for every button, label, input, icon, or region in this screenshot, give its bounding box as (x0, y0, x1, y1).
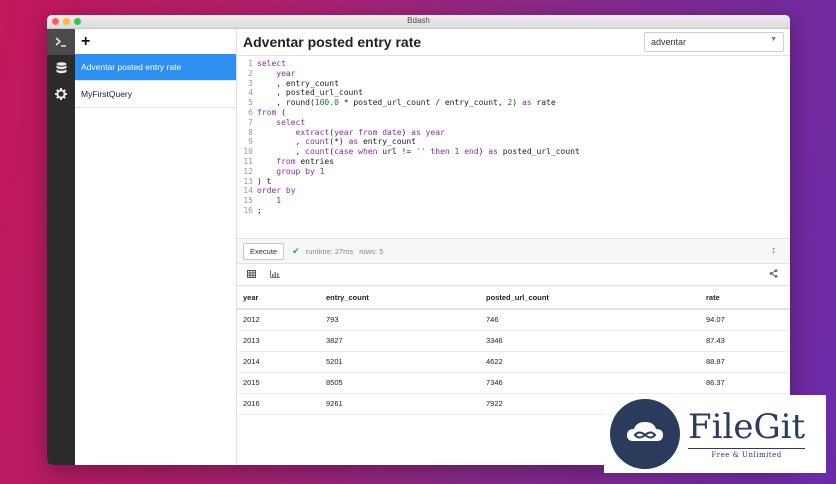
tab-chart[interactable] (266, 268, 284, 282)
watermark-logo (610, 399, 680, 469)
sidebar-item-label: Adventar posted entry rate (81, 62, 182, 72)
settings-nav-button[interactable] (47, 81, 75, 107)
table-row: 2013 3827 3346 87.43 (237, 330, 790, 352)
table-cell: 793 (320, 309, 480, 331)
table-cell: 3827 (320, 330, 480, 352)
table-cell: 2013 (237, 330, 320, 352)
line-number: 7 (248, 117, 253, 127)
line-number: 13 (243, 176, 253, 186)
terminal-icon (55, 37, 66, 47)
sidebar-item-myfirstquery[interactable]: MyFirstQuery (75, 81, 236, 108)
table-cell: 5201 (320, 351, 480, 373)
sql-editor[interactable]: 1 2 3 4 5 6 7 8 9 10 11 12 13 14 15 16 s… (237, 56, 790, 239)
cloud-infinity-icon (627, 422, 663, 441)
datasource-select[interactable]: adventar ▼ (644, 32, 784, 52)
column-header: rate (700, 286, 790, 310)
window-title: Bdash (407, 16, 430, 25)
check-icon: ✔ (292, 245, 300, 256)
datasource-value: adventar (651, 37, 687, 47)
table-cell: 9261 (320, 393, 480, 415)
query-nav-button[interactable] (47, 29, 75, 55)
result-tabs (237, 264, 790, 286)
share-icon[interactable] (769, 269, 778, 280)
datasource-nav-button[interactable] (47, 55, 75, 81)
icon-bar (47, 29, 75, 465)
execution-bar: Execute ✔ runtime: 27ms rows: 5 ↕ (237, 239, 790, 264)
table-row: 2012 793 746 94.07 (237, 309, 790, 331)
line-number: 15 (243, 196, 253, 206)
table-header-row: year entry_count posted_url_count rate (237, 286, 790, 310)
table-cell: 2015 (237, 372, 320, 394)
table-cell: 88.87 (700, 351, 790, 373)
column-header: year (237, 286, 320, 310)
watermark-name: FileGit (688, 406, 806, 447)
bar-chart-icon (270, 269, 280, 278)
resize-handle-icon[interactable]: ↕ (771, 245, 776, 256)
table-cell: 94.07 (700, 309, 790, 331)
sidebar-toolbar: + (75, 29, 236, 54)
table-cell: 2016 (237, 393, 320, 415)
line-number: 2 (248, 68, 253, 78)
query-sidebar: + Adventar posted entry rate MyFirstQuer… (75, 29, 237, 465)
table-cell: 746 (480, 309, 700, 331)
line-number: 4 (248, 88, 253, 98)
line-number: 3 (248, 78, 253, 88)
tab-table[interactable] (243, 268, 260, 282)
line-number: 10 (243, 147, 253, 157)
watermark-text: FileGit Free & Unlimited (688, 406, 806, 459)
rows-text: rows: 5 (359, 246, 384, 256)
line-number: 9 (248, 137, 253, 147)
line-number: 12 (243, 166, 253, 176)
table-row: 2015 8505 7346 86.37 (237, 372, 790, 394)
plus-icon[interactable]: + (81, 33, 90, 50)
table-cell: 2014 (237, 351, 320, 373)
chevron-down-icon: ▼ (770, 36, 777, 43)
watermark: FileGit Free & Unlimited (604, 395, 826, 473)
table-cell: 4622 (480, 351, 700, 373)
runtime-text: runtime: 27ms (305, 246, 354, 256)
table-cell: 8505 (320, 372, 480, 394)
line-number: 6 (248, 107, 253, 117)
database-icon (56, 62, 66, 74)
line-number: 16 (243, 205, 253, 215)
sidebar-item-label: MyFirstQuery (81, 89, 132, 99)
execute-button[interactable]: Execute (243, 242, 285, 260)
table-cell: 87.43 (700, 330, 790, 352)
query-header: Adventar posted entry rate adventar ▼ (237, 29, 790, 56)
line-number: 8 (248, 127, 253, 137)
table-cell: 3346 (480, 330, 700, 352)
sql-code: select year , entry_count , posted_url_c… (257, 59, 580, 215)
title-bar: Bdash (47, 15, 790, 29)
line-number: 14 (243, 186, 253, 196)
sidebar-item-adventar-posted-entry-rate[interactable]: Adventar posted entry rate (75, 54, 236, 81)
table-cell: 86.37 (700, 372, 790, 394)
column-header: posted_url_count (480, 286, 700, 310)
line-number: 1 (248, 59, 253, 68)
gear-icon (55, 88, 67, 100)
watermark-tagline: Free & Unlimited (688, 447, 806, 459)
table-icon (247, 269, 256, 278)
table-row: 2014 5201 4622 88.87 (237, 351, 790, 373)
query-title[interactable]: Adventar posted entry rate (243, 34, 421, 50)
column-header: entry_count (320, 286, 480, 310)
table-cell: 7346 (480, 372, 700, 394)
line-number: 5 (248, 98, 253, 108)
line-numbers: 1 2 3 4 5 6 7 8 9 10 11 12 13 14 15 16 (237, 59, 253, 216)
table-cell: 2012 (237, 309, 320, 331)
line-number: 11 (243, 156, 253, 166)
